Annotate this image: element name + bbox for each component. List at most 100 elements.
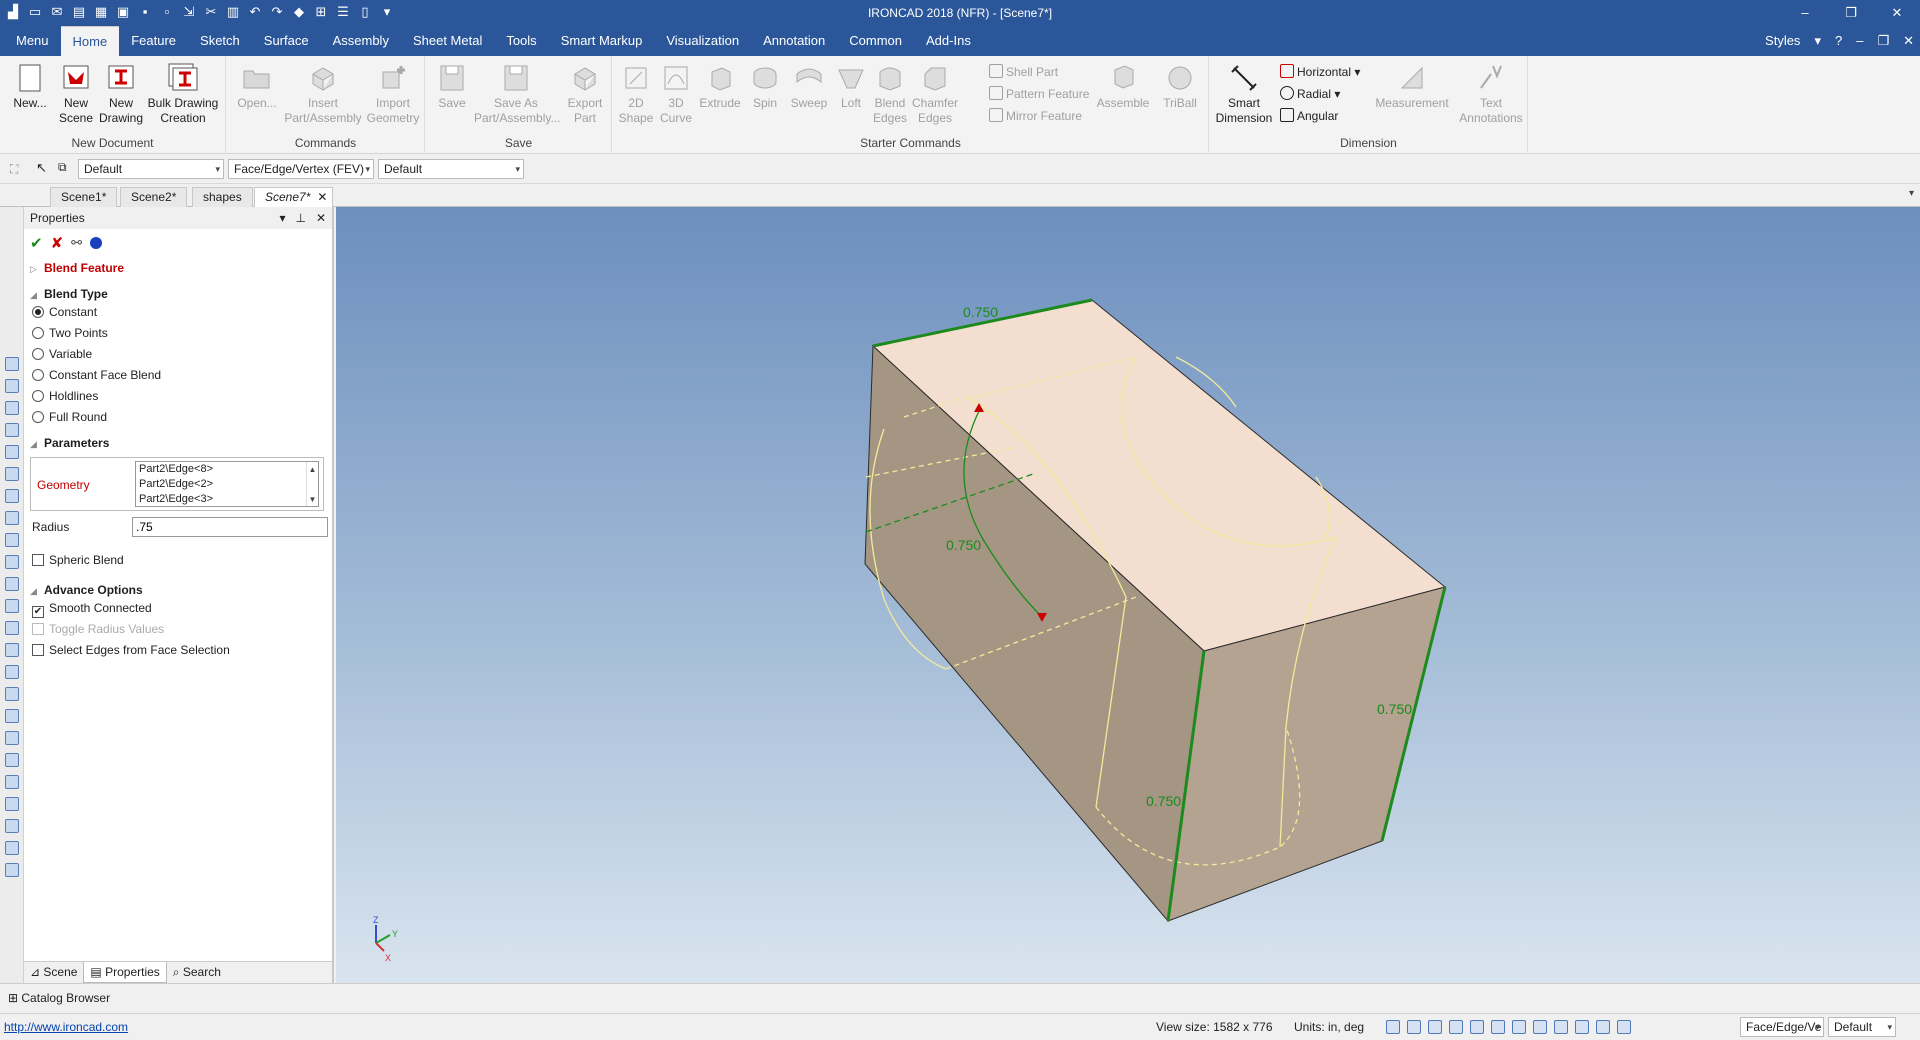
doc-tab-scene1[interactable]: Scene1* [50, 187, 118, 207]
tool-icon[interactable] [5, 709, 19, 723]
view-cube-icon[interactable] [1428, 1020, 1442, 1034]
angular-dimension-button[interactable]: Angular [1280, 106, 1338, 126]
light-icon[interactable] [1575, 1020, 1589, 1034]
checkbox-checked[interactable]: ✔ [32, 606, 44, 618]
accept-icon[interactable]: ✔ [30, 234, 43, 252]
tab-properties[interactable]: ▤ Properties [83, 962, 167, 983]
import-geometry-button[interactable]: Import Geometry [365, 62, 421, 126]
tab-search[interactable]: ⌕ Search [167, 962, 227, 983]
open-button[interactable]: Open... [235, 62, 279, 111]
selection-filter-combo[interactable]: Face/Edge/Vertex (FEV) ▾ [228, 159, 374, 179]
minimize-button[interactable]: – [1782, 0, 1828, 26]
tab-menu[interactable]: Menu [4, 26, 61, 56]
select-edges-from-face-checkbox[interactable]: Select Edges from Face Selection [32, 641, 230, 659]
dimension-label[interactable]: 0.750 [963, 304, 998, 320]
status-style-combo[interactable]: Default ▾ [1828, 1017, 1896, 1037]
doc-tab-scene2[interactable]: Scene2* [120, 187, 188, 207]
radial-dimension-button[interactable]: Radial ▾ [1280, 84, 1340, 104]
tab-add-ins[interactable]: Add-Ins [914, 26, 983, 56]
zoom-icon[interactable] [1386, 1020, 1400, 1034]
help-icon[interactable]: ? [1835, 26, 1842, 56]
camera-icon[interactable] [1554, 1020, 1568, 1034]
pointer-icon[interactable]: ↖ [36, 160, 47, 176]
scene-canvas[interactable]: 0.750 0.750 0.750 0.750 Z Y X [336, 207, 1920, 983]
tabs-dropdown-icon[interactable]: ▾ [1909, 188, 1914, 199]
selection-filter-icon[interactable]: ⛶ [10, 162, 18, 177]
new-scene-button[interactable]: New Scene [56, 62, 96, 126]
zoom-window-icon[interactable] [1407, 1020, 1421, 1034]
blend-feature-heading[interactable]: ▷ Blend Feature [30, 261, 124, 275]
new-drawing-button[interactable]: New Drawing [98, 62, 144, 126]
shell-part-button[interactable]: Shell Part [989, 62, 1058, 82]
tool-icon[interactable] [5, 643, 19, 657]
ribbon-minimize-icon[interactable]: – [1856, 26, 1863, 56]
tab-common[interactable]: Common [837, 26, 914, 56]
toggle-radius-values-checkbox[interactable]: Toggle Radius Values [32, 620, 164, 638]
tab-annotation[interactable]: Annotation [751, 26, 837, 56]
chamfer-edges-button[interactable]: Chamfer Edges [911, 62, 959, 126]
geometry-list[interactable]: Part2\Edge<8> Part2\Edge<2> Part2\Edge<3… [135, 461, 319, 507]
parameters-section[interactable]: ◢ Parameters [30, 436, 109, 450]
smart-dimension-button[interactable]: Smart Dimension [1214, 62, 1274, 126]
tool-icon[interactable] [5, 555, 19, 569]
tool-icon[interactable] [5, 797, 19, 811]
tool-icon[interactable] [5, 863, 19, 877]
panel-close-icon[interactable]: ✕ [316, 207, 326, 229]
render-style-combo[interactable]: Default ▾ [378, 159, 524, 179]
tool-icon[interactable] [5, 423, 19, 437]
list-scrollbar[interactable]: ▲ ▼ [306, 462, 318, 506]
tool-icon[interactable] [5, 753, 19, 767]
assemble-button[interactable]: Assemble [1093, 62, 1153, 111]
catalog-browser-bar[interactable]: ⊞ Catalog Browser [0, 983, 1920, 1013]
radio-constant[interactable]: Constant [32, 303, 97, 321]
tab-surface[interactable]: Surface [252, 26, 321, 56]
tab-tools[interactable]: Tools [494, 26, 548, 56]
tool-icon[interactable] [5, 357, 19, 371]
2d-shape-button[interactable]: 2D Shape [617, 62, 655, 126]
dropdown-icon[interactable]: ▾ [1814, 26, 1821, 56]
text-annotations-button[interactable]: Text Annotations [1458, 62, 1524, 126]
orient-icon[interactable] [1449, 1020, 1463, 1034]
tool-icon[interactable] [5, 533, 19, 547]
tool-icon[interactable] [5, 445, 19, 459]
tool-icon[interactable] [5, 599, 19, 613]
bulk-drawing-creation-button[interactable]: Bulk Drawing Creation [146, 62, 220, 126]
save-as-part-assembly-button[interactable]: Save As Part/Assembly... [474, 62, 560, 126]
save-button[interactable]: Save [432, 62, 472, 111]
tab-sketch[interactable]: Sketch [188, 26, 252, 56]
tool-icon[interactable] [5, 511, 19, 525]
tool-icon[interactable] [5, 687, 19, 701]
tool-icon[interactable] [5, 775, 19, 789]
tool-icon[interactable] [5, 379, 19, 393]
tool-icon[interactable] [5, 819, 19, 833]
3d-curve-button[interactable]: 3D Curve [657, 62, 695, 126]
3d-viewport[interactable]: 0.750 0.750 0.750 0.750 Z Y X [336, 207, 1920, 983]
rotate-icon[interactable] [1491, 1020, 1505, 1034]
tool-icon[interactable] [5, 731, 19, 745]
extrude-button[interactable]: Extrude [697, 62, 743, 111]
ribbon-restore-icon[interactable]: ❐ [1877, 26, 1889, 56]
list-item[interactable]: Part2\Edge<8> [139, 462, 318, 477]
tab-sheet-metal[interactable]: Sheet Metal [401, 26, 494, 56]
smooth-connected-checkbox[interactable]: ✔ Smooth Connected [32, 599, 152, 618]
export-part-button[interactable]: Export Part [562, 62, 608, 126]
checkbox[interactable] [32, 554, 44, 566]
tab-scene[interactable]: ⊿ Scene [24, 962, 83, 983]
measurement-button[interactable]: Measurement [1370, 62, 1454, 111]
cancel-icon[interactable]: ✘ [51, 234, 64, 252]
radio-button[interactable] [32, 327, 44, 339]
pointer-icon[interactable] [1617, 1020, 1631, 1034]
tool-icon[interactable] [5, 665, 19, 679]
dimension-label[interactable]: 0.750 [1146, 793, 1181, 809]
tool-icon[interactable] [5, 489, 19, 503]
list-item[interactable]: Part2\Edge<3> [139, 492, 318, 506]
style-combo[interactable]: Default ▾ [78, 159, 224, 179]
styles-menu[interactable]: Styles [1765, 26, 1800, 56]
tab-smart-markup[interactable]: Smart Markup [549, 26, 655, 56]
spin-button[interactable]: Spin [745, 62, 785, 111]
radio-holdlines[interactable]: Holdlines [32, 387, 98, 405]
new-button[interactable]: New... [8, 62, 52, 111]
checkbox[interactable] [32, 623, 44, 635]
tool-icon[interactable] [5, 577, 19, 591]
tab-visualization[interactable]: Visualization [654, 26, 751, 56]
